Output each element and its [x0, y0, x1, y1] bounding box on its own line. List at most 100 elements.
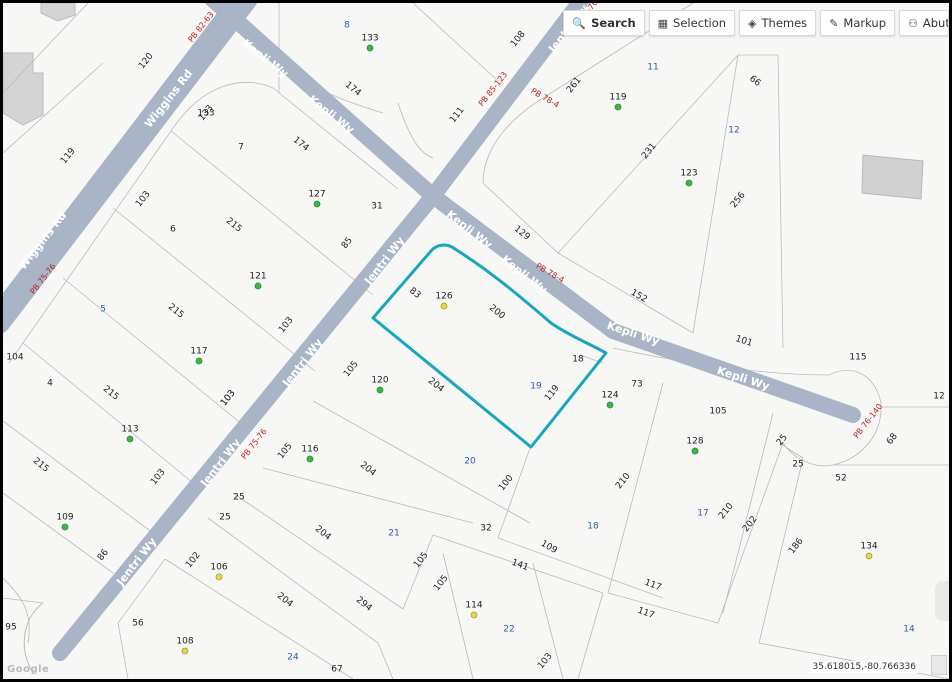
- dimension-label: 103: [219, 388, 237, 408]
- dimension-label: 119: [59, 146, 78, 166]
- dimension-label: 231: [640, 141, 658, 161]
- house-number-label: 121: [249, 272, 266, 282]
- dimension-label: 18: [572, 355, 584, 365]
- themes-button-label: Themes: [761, 16, 808, 30]
- dimension-label: 115: [849, 353, 866, 363]
- address-point-marker[interactable]: [181, 647, 189, 655]
- address-point-marker[interactable]: [691, 447, 699, 455]
- dimension-label: 95: [5, 623, 16, 633]
- address-point-marker[interactable]: [195, 357, 203, 365]
- dimension-label: 103: [149, 467, 167, 487]
- address-point-marker[interactable]: [61, 523, 69, 531]
- dimension-label: 174: [343, 80, 363, 99]
- house-number-label: 109: [56, 513, 73, 523]
- address-point-marker[interactable]: [215, 573, 223, 581]
- dimension-label: 215: [101, 384, 121, 402]
- house-number-label: 117: [190, 347, 207, 357]
- selection-button-label: Selection: [673, 16, 727, 30]
- dimension-label: 104: [6, 353, 23, 363]
- grid-icon: ▦: [657, 16, 669, 30]
- map-side-control[interactable]: [935, 581, 949, 621]
- dimension-label: 117: [643, 578, 663, 593]
- dimension-label: 202: [741, 514, 759, 534]
- dimension-label: 4: [47, 379, 53, 389]
- dimension-label: 204: [275, 591, 295, 610]
- house-number-label: 123: [680, 169, 697, 179]
- parcel-map[interactable]: Wiggins RdWiggins RdKepli WyKepli WyKepl…: [3, 3, 949, 679]
- markup-button[interactable]: ✎ Markup: [820, 10, 895, 36]
- address-point-marker[interactable]: [306, 455, 314, 463]
- dimension-label: 105: [412, 550, 430, 570]
- parcel-id-label: 14: [903, 625, 915, 635]
- address-point-marker[interactable]: [865, 552, 873, 560]
- house-number-label: 120: [371, 376, 388, 386]
- parcel-lines: [3, 3, 949, 679]
- house-number-label: 106: [210, 563, 227, 573]
- search-button-label: Search: [591, 16, 636, 30]
- building: [3, 52, 44, 126]
- street-label: Jentri Wy: [113, 535, 159, 589]
- address-point-marker[interactable]: [470, 611, 478, 619]
- dimension-label: 200: [487, 303, 507, 322]
- parcel-id-label: 19: [530, 382, 542, 392]
- address-point-marker[interactable]: [366, 44, 374, 52]
- dimension-label: 204: [358, 460, 378, 479]
- address-point-marker[interactable]: [376, 386, 384, 394]
- address-point-marker[interactable]: [685, 179, 693, 187]
- dimension-label: 101: [734, 334, 753, 349]
- dimension-label: 66: [747, 74, 762, 89]
- search-icon: 🔍: [572, 16, 587, 30]
- parcel-id-label: 18: [587, 522, 599, 532]
- abutters-button[interactable]: ⚇ Abutters: [899, 10, 949, 36]
- dimension-label: 117: [636, 606, 656, 621]
- themes-button[interactable]: ◈ Themes: [739, 10, 817, 36]
- parcel-id-label: 5: [100, 305, 106, 315]
- parcel-id-label: 21: [388, 529, 399, 539]
- address-point-marker[interactable]: [313, 200, 321, 208]
- search-button[interactable]: 🔍 Search: [563, 10, 645, 36]
- dimension-label: 68: [885, 432, 900, 447]
- dimension-label: 67: [331, 665, 342, 675]
- dimension-label: 215: [224, 216, 244, 234]
- dimension-label: 52: [835, 474, 846, 484]
- parcel-id-label: 8: [344, 21, 350, 31]
- parcel-id-label: 11: [647, 63, 658, 73]
- selected-parcel[interactable]: [371, 243, 608, 449]
- building: [40, 3, 76, 22]
- house-number-label: 126: [435, 292, 452, 302]
- street-label: Jentri Wy: [361, 234, 407, 288]
- building: [861, 154, 924, 200]
- google-attribution: Google: [7, 664, 50, 675]
- abutters-button-label: Abutters: [922, 16, 949, 30]
- dimension-label: 103: [134, 189, 152, 209]
- address-point-marker[interactable]: [606, 401, 614, 409]
- dimension-label: 133: [197, 109, 214, 119]
- dimension-label: 210: [717, 501, 736, 521]
- house-number-labels: 1331191231271211171261201241281131161091…: [56, 34, 878, 655]
- markup-button-label: Markup: [843, 16, 886, 30]
- fullscreen-button[interactable]: [931, 655, 947, 675]
- dimension-label: 102: [184, 550, 202, 570]
- dimension-label: 256: [729, 190, 748, 210]
- plat-labels: PB 82-63PB 85-123 PB 78-4PB 78-4PB 75-76P…: [28, 3, 884, 461]
- selection-button[interactable]: ▦ Selection: [648, 10, 736, 36]
- house-number-label: 119: [609, 93, 626, 103]
- people-icon: ⚇: [908, 16, 918, 30]
- dimension-label: 215: [166, 302, 186, 320]
- address-point-marker[interactable]: [254, 282, 262, 290]
- address-point-marker[interactable]: [440, 302, 448, 310]
- dimension-label: 86: [96, 548, 111, 563]
- dimension-label: 25: [775, 433, 790, 448]
- dimension-label: 210: [614, 471, 633, 491]
- dimension-label: 120: [137, 51, 156, 71]
- dimension-label: 141: [510, 558, 530, 573]
- dimension-label: 129: [512, 224, 532, 243]
- house-number-label: 133: [361, 34, 378, 44]
- house-number-label: 113: [121, 425, 138, 435]
- house-number-label: 124: [601, 391, 618, 401]
- address-point-marker[interactable]: [126, 435, 134, 443]
- dimension-label: 56: [132, 619, 144, 629]
- dimension-label: 108: [509, 29, 528, 49]
- address-point-marker[interactable]: [614, 103, 622, 111]
- pencil-icon: ✎: [829, 16, 839, 30]
